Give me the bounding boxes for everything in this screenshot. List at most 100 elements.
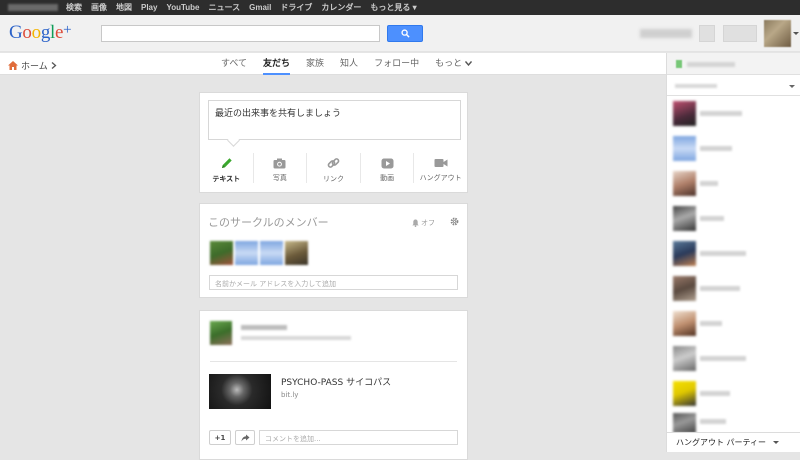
top-link-search[interactable]: 検索	[66, 2, 82, 13]
gear-icon[interactable]	[450, 217, 459, 229]
contact-avatar	[673, 241, 696, 266]
top-link-maps[interactable]: 地図	[116, 2, 132, 13]
chevron-down-icon	[773, 441, 779, 444]
share-text-label: テキスト	[212, 175, 241, 183]
top-links: 検索 画像 地図 Play YouTube ニュース Gmail ドライブ カレ…	[66, 0, 426, 15]
contact-item[interactable]	[667, 342, 800, 376]
avatar[interactable]	[764, 20, 791, 47]
share-video-label: 動画	[380, 174, 395, 182]
comment-placeholder: コメントを追加...	[265, 435, 321, 443]
chat-search[interactable]	[667, 76, 800, 96]
camera-icon	[273, 158, 286, 168]
tab-all[interactable]: すべて	[221, 53, 247, 75]
link-domain: bit.ly	[281, 391, 299, 399]
share-actions: テキスト 写真 リンク 動画 ハングアウト	[200, 151, 467, 187]
tab-friends[interactable]: 友だち	[263, 53, 291, 75]
contact-avatar	[673, 381, 696, 406]
circle-members-title: このサークルのメンバー	[208, 216, 329, 229]
share-link-button[interactable]: リンク	[307, 153, 361, 183]
tab-family[interactable]: 家族	[306, 53, 324, 75]
contact-item[interactable]	[667, 272, 800, 306]
share-input[interactable]: 最近の出来事を共有しましょう	[208, 100, 461, 140]
post-meta-blurred	[241, 336, 351, 340]
post-author-avatar[interactable]	[210, 321, 232, 345]
top-link-news[interactable]: ニュース	[209, 2, 241, 13]
comment-input[interactable]: コメントを追加...	[259, 430, 458, 445]
account-name-blurred[interactable]	[8, 4, 58, 11]
top-link-play[interactable]: Play	[141, 3, 157, 12]
share-photo-button[interactable]: 写真	[254, 153, 308, 183]
contact-item[interactable]	[667, 202, 800, 236]
top-link-gmail[interactable]: Gmail	[249, 3, 271, 12]
chat-sidebar: ハングアウト パーティー	[666, 53, 800, 452]
share-photo-label: 写真	[272, 174, 287, 182]
contact-avatar	[673, 206, 696, 231]
link-title[interactable]: PSYCHO-PASS サイコパス	[281, 375, 391, 388]
pencil-icon	[221, 158, 232, 168]
home-breadcrumb[interactable]: ホーム	[8, 59, 57, 72]
post-card: PSYCHO-PASS サイコパス bit.ly +1 コメントを追加...	[199, 310, 468, 460]
chat-status[interactable]	[667, 53, 800, 75]
reshare-button[interactable]	[235, 430, 255, 445]
member-avatar[interactable]	[235, 241, 258, 265]
plus-one-button[interactable]: +1	[209, 430, 231, 445]
contact-item[interactable]	[667, 237, 800, 271]
top-link-drive[interactable]: ドライブ	[280, 2, 312, 13]
tab-more-label: もっと	[435, 59, 463, 69]
top-link-calendar[interactable]: カレンダー	[321, 2, 361, 13]
member-avatar[interactable]	[210, 241, 233, 265]
top-link-more[interactable]: もっと見る ▾	[370, 2, 416, 13]
share-card: 最近の出来事を共有しましょう テキスト 写真 リンク 動画 ハングアウト	[199, 92, 468, 193]
contact-item[interactable]	[667, 167, 800, 201]
chevron-down-icon[interactable]	[793, 32, 799, 35]
share-placeholder: 最近の出来事を共有しましょう	[215, 109, 342, 119]
notification-off-label: オフ	[421, 219, 435, 227]
tab-more[interactable]: もっと	[435, 53, 473, 75]
chevron-down-icon	[464, 61, 473, 67]
chevron-down-icon[interactable]	[789, 85, 795, 88]
hangout-party-label: ハングアウト パーティー	[676, 438, 767, 447]
home-label: ホーム	[21, 62, 48, 72]
share-arrow-icon	[241, 434, 249, 441]
add-member-input[interactable]: 名前かメール アドレスを入力して追加	[209, 275, 458, 290]
stream-nav: ホーム すべて 友だち 家族 知人 フォロー中 もっと	[0, 53, 666, 75]
share-text-button[interactable]: テキスト	[200, 153, 254, 183]
contact-item[interactable]	[667, 97, 800, 131]
search-input[interactable]	[101, 25, 380, 42]
notification-button-blurred[interactable]	[699, 25, 715, 42]
share-link-label: リンク	[322, 175, 344, 183]
member-avatar[interactable]	[260, 241, 283, 265]
user-name-blurred[interactable]	[640, 29, 692, 38]
chat-search-placeholder-blurred	[675, 84, 717, 88]
top-link-images[interactable]: 画像	[91, 2, 107, 13]
contact-avatar	[673, 311, 696, 336]
contact-avatar	[673, 171, 696, 196]
contact-avatar	[673, 136, 696, 161]
contact-item[interactable]	[667, 132, 800, 166]
status-text-blurred	[687, 62, 735, 67]
video-camera-icon	[434, 159, 448, 167]
chevron-right-icon	[51, 62, 57, 69]
hangout-party-button[interactable]: ハングアウト パーティー	[667, 432, 800, 452]
notification-toggle[interactable]: オフ	[412, 218, 435, 228]
top-link-youtube[interactable]: YouTube	[166, 3, 199, 12]
tab-following[interactable]: フォロー中	[374, 53, 419, 75]
google-plus-logo[interactable]: Google+	[9, 22, 72, 44]
member-avatar[interactable]	[285, 241, 308, 265]
online-status-icon	[676, 60, 682, 68]
search-button[interactable]	[387, 25, 423, 42]
contact-avatar	[673, 101, 696, 126]
contact-avatar	[673, 413, 696, 433]
link-thumbnail[interactable]	[209, 374, 271, 409]
home-icon	[8, 61, 18, 70]
share-video-button[interactable]: 動画	[361, 153, 415, 183]
share-hangout-label: ハングアウト	[419, 174, 462, 182]
share-button-blurred[interactable]	[723, 25, 757, 42]
tab-acquaintances[interactable]: 知人	[340, 53, 358, 75]
contact-item[interactable]	[667, 307, 800, 341]
search-icon	[400, 29, 410, 38]
contact-item[interactable]	[667, 377, 800, 411]
circle-tabs: すべて 友だち 家族 知人 フォロー中 もっと	[221, 53, 488, 75]
share-hangout-button[interactable]: ハングアウト	[414, 153, 467, 183]
post-author-name-blurred[interactable]	[241, 325, 287, 330]
